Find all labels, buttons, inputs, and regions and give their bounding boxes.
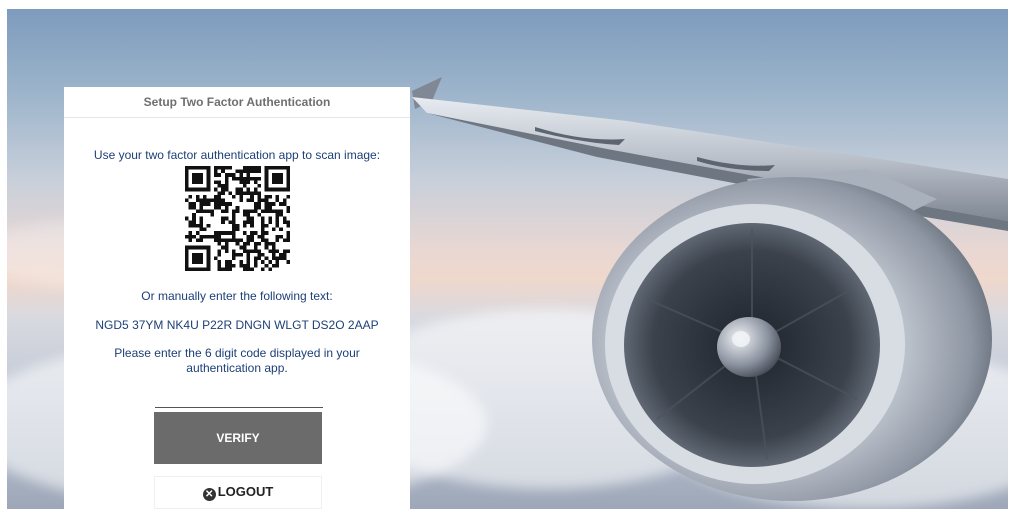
verify-button[interactable]: VERIFY xyxy=(154,412,322,464)
secret-key-text: NGD5 37YM NK4U P22R DNGN WLGT DS2O 2AAP xyxy=(95,318,379,332)
qr-code-icon xyxy=(185,166,290,271)
verification-code-input[interactable] xyxy=(155,383,323,408)
panel-title: Setup Two Factor Authentication xyxy=(143,95,331,109)
two-factor-setup-panel: Setup Two Factor Authentication Use your… xyxy=(64,87,410,509)
manual-instruction: Or manually enter the following text: xyxy=(141,289,333,303)
logout-icon: ✕ xyxy=(202,488,216,501)
divider xyxy=(64,117,410,118)
login-background: Setup Two Factor Authentication Use your… xyxy=(7,9,1008,509)
logout-label: LOGOUT xyxy=(217,484,274,499)
code-instruction-line2: authentication app. xyxy=(186,361,288,375)
logout-button[interactable]: ✕ LOGOUT xyxy=(154,476,322,509)
code-instruction-line1: Please enter the 6 digit code displayed … xyxy=(114,346,360,360)
scan-instruction: Use your two factor authentication app t… xyxy=(93,148,381,162)
